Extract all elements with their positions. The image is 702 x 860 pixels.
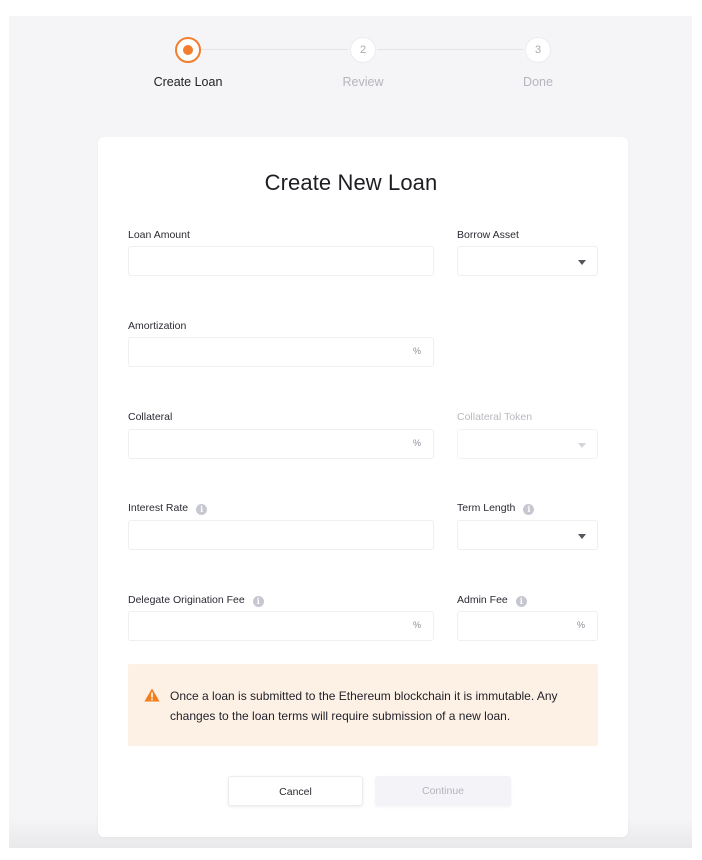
chevron-down-icon <box>578 260 586 265</box>
delegate-fee-label-text: Delegate Origination Fee <box>128 594 245 606</box>
admin-fee-label-text: Admin Fee <box>457 594 508 606</box>
warning-text: Once a loan is submitted to the Ethereum… <box>170 689 558 723</box>
percent-suffix: % <box>412 438 421 448</box>
delegate-fee-label: Delegate Origination Fee i <box>128 594 264 607</box>
step-connector <box>202 49 348 50</box>
borrow-asset-select[interactable] <box>457 246 598 276</box>
progress-stepper: 2 3 Create Loan Review Done <box>0 0 702 100</box>
collateral-label: Collateral <box>128 411 173 423</box>
percent-suffix: % <box>576 620 585 630</box>
cancel-button[interactable]: Cancel <box>228 776 363 806</box>
percent-suffix: % <box>412 620 421 630</box>
chevron-down-icon <box>578 534 586 539</box>
loan-amount-input[interactable] <box>128 246 434 276</box>
term-length-label: Term Length i <box>457 502 535 515</box>
step-1-indicator <box>175 37 201 63</box>
collateral-input[interactable]: % <box>128 429 434 459</box>
interest-rate-input[interactable] <box>128 520 434 550</box>
collateral-token-select[interactable] <box>457 429 598 459</box>
page-title: Create New Loan <box>264 170 438 195</box>
interest-rate-label: Interest Rate i <box>128 502 208 515</box>
continue-button[interactable]: Continue <box>375 776 511 806</box>
amortization-input[interactable]: % <box>128 337 434 367</box>
delegate-fee-input[interactable]: % <box>128 611 434 641</box>
borrow-asset-label: Borrow Asset <box>457 229 519 241</box>
step-3-indicator: 3 <box>525 37 551 63</box>
collateral-token-label: Collateral Token <box>457 411 533 423</box>
term-length-select[interactable] <box>457 520 598 550</box>
info-icon[interactable]: i <box>515 596 527 607</box>
admin-fee-input[interactable]: % <box>457 611 598 641</box>
percent-suffix: % <box>412 346 421 356</box>
info-icon[interactable]: i <box>252 596 264 607</box>
step-1-label: Create Loan <box>153 75 223 89</box>
amortization-label: Amortization <box>128 320 187 332</box>
admin-fee-label: Admin Fee i <box>457 594 527 607</box>
term-length-label-text: Term Length <box>457 502 516 514</box>
loan-amount-label: Loan Amount <box>128 229 190 241</box>
info-icon[interactable]: i <box>523 504 535 515</box>
immutability-warning: Once a loan is submitted to the Ethereum… <box>128 664 598 746</box>
active-dot-icon <box>183 45 193 55</box>
step-2-indicator: 2 <box>350 37 376 63</box>
info-icon[interactable]: i <box>196 504 208 515</box>
step-2-label: Review <box>342 75 384 89</box>
interest-rate-label-text: Interest Rate <box>128 502 189 514</box>
step-3-label: Done <box>523 75 553 89</box>
warning-triangle-icon <box>144 688 160 702</box>
step-connector <box>377 49 523 50</box>
chevron-down-icon <box>578 443 586 448</box>
